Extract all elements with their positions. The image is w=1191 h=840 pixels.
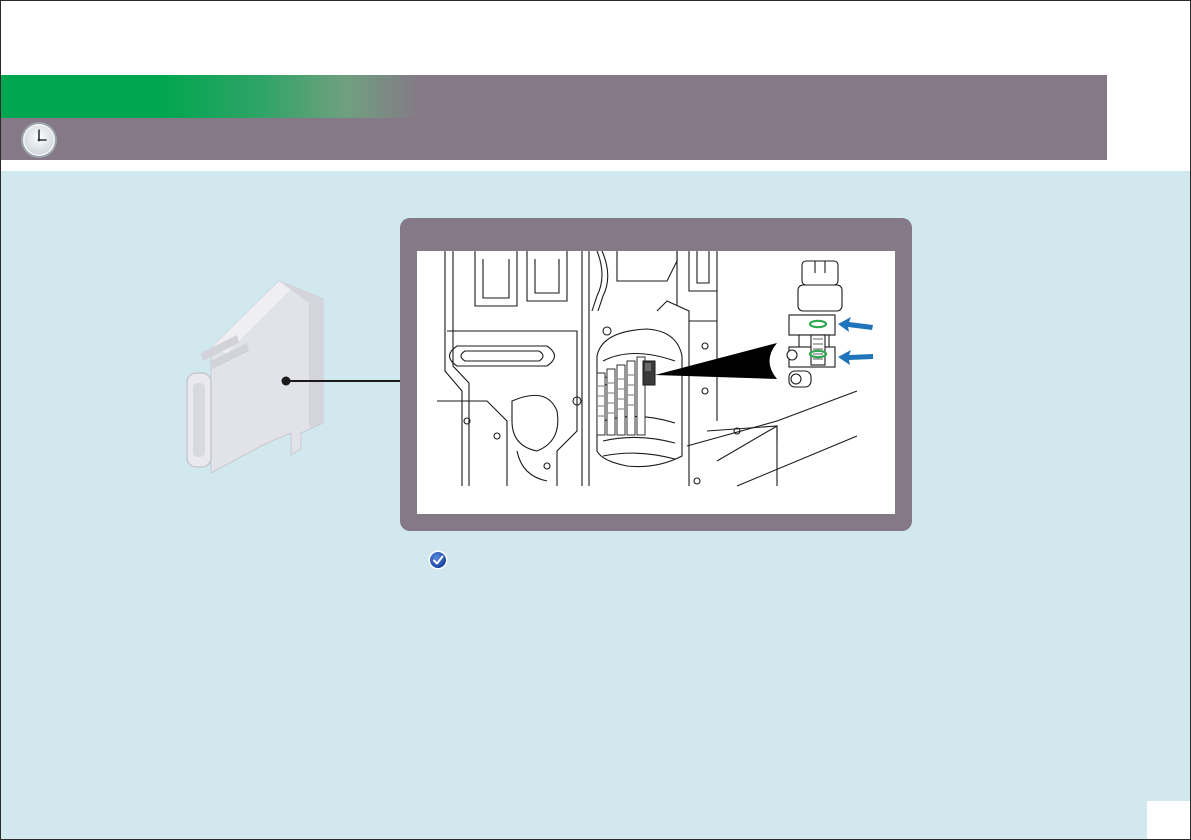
check-circle-icon: [428, 550, 448, 570]
arrow-left-icon: [838, 317, 873, 332]
clock-icon: [21, 122, 57, 158]
arrow-left-icon: [838, 350, 873, 365]
valve-body-module-illustration: [186, 280, 324, 474]
title-accent-strip: [1, 75, 421, 118]
page-number-box: [1147, 801, 1190, 839]
figure-panel: [400, 218, 912, 531]
figure-drawing-area: [417, 251, 895, 514]
slide-frame: [0, 0, 1191, 840]
valve-body-line-drawing: [437, 251, 873, 487]
